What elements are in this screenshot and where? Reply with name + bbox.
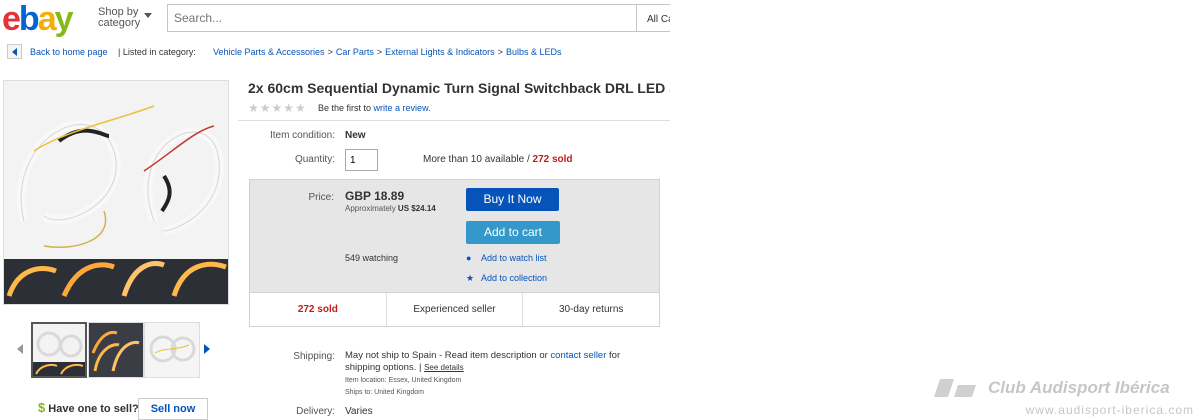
price-value: GBP 18.89 [345, 189, 405, 203]
breadcrumb-car-parts[interactable]: Car Parts [336, 47, 374, 57]
back-arrow-icon[interactable] [7, 44, 22, 59]
logo-letter-e: e [2, 0, 21, 38]
listing-title: 2x 60cm Sequential Dynamic Turn Signal S… [248, 80, 670, 96]
see-details-link[interactable]: See details [424, 363, 464, 372]
category-select[interactable]: All Ca [637, 4, 670, 32]
category-path: Vehicle Parts & Accessories > Car Parts > Ex… [213, 47, 561, 57]
star-icon: ★ [466, 273, 475, 283]
listed-in-label: | Listed in category: [118, 47, 196, 57]
sell-prompt: Have one to sell? [48, 403, 139, 415]
breadcrumb-separator: > [376, 47, 383, 57]
breadcrumb: Back to home page | Listed in category: … [0, 42, 670, 62]
condition-value: New [345, 130, 366, 141]
shop-by-category-button[interactable]: Shop by category [98, 7, 152, 29]
breadcrumb-vehicle-parts[interactable]: Vehicle Parts & Accessories [213, 47, 325, 57]
thumbnail-image [145, 323, 199, 377]
ebay-listing-page: ebay Shop by category All Ca Back to hom… [0, 0, 670, 420]
condition-label: Item condition: [269, 130, 335, 141]
quantity-label: Quantity: [294, 154, 335, 165]
approx-price: Approximately US $24.14 [345, 204, 436, 213]
buy-it-now-button[interactable]: Buy It Now [466, 188, 559, 211]
shipping-text-a: May not ship to Spain - Read item descri… [345, 350, 548, 361]
sell-promo: $ Have one to sell? Sell now [38, 398, 238, 420]
approx-prefix: Approximately [345, 204, 396, 213]
sold-count[interactable]: 272 sold [533, 154, 573, 165]
shipping-options-text: shipping options. | [345, 362, 422, 373]
breadcrumb-bulbs-leds[interactable]: Bulbs & LEDs [506, 47, 562, 57]
price-label: Price: [308, 192, 334, 203]
category-label: category [98, 17, 141, 29]
thumbnail-image [33, 324, 85, 376]
logo-letter-a: a [37, 0, 57, 38]
watermark-url: www.audisport-iberica.com [1025, 403, 1194, 417]
review-prompt: Be the first to write a review. [318, 103, 431, 113]
club-logo-icon [934, 379, 976, 397]
ships-to: Ships to: United Kingdom [345, 389, 424, 396]
item-location: Item location: Essex, United Kingdom [345, 377, 462, 384]
dollar-icon: $ [38, 400, 46, 415]
quantity-input[interactable] [345, 149, 378, 171]
add-to-cart-button[interactable]: Add to cart [466, 221, 560, 244]
delivery-label: Delivery: [296, 406, 335, 417]
watermark: Club Audisport Ibérica [934, 378, 1194, 398]
sell-now-button[interactable]: Sell now [138, 398, 208, 420]
breadcrumb-external-lights[interactable]: External Lights & Indicators [385, 47, 495, 57]
chevron-down-icon [144, 13, 152, 18]
logo-letter-b: b [18, 0, 40, 38]
add-to-collection-link[interactable]: ★ Add to collection [466, 273, 547, 284]
search-input[interactable] [167, 4, 637, 32]
shipping-text-b: for [609, 350, 621, 361]
main-product-image[interactable] [3, 80, 229, 305]
thumbnail-1[interactable] [31, 322, 87, 378]
watermark-title: Club Audisport Ibérica [988, 378, 1170, 397]
divider [238, 120, 670, 121]
available-text: More than 10 available / [423, 154, 530, 165]
availability: More than 10 available / 272 sold [423, 154, 573, 165]
watching-count: 549 watching [345, 253, 399, 263]
review-prefix: Be the first to [318, 103, 372, 113]
thumbnail-strip [15, 322, 215, 378]
rating-stars[interactable]: ★★★★★ [248, 101, 307, 115]
buy-box: Price: GBP 18.89 Approximately US $24.14… [249, 179, 660, 327]
thumbnail-3[interactable] [144, 322, 200, 378]
approx-value: US $24.14 [397, 204, 436, 213]
led-strip-photo [4, 81, 228, 304]
write-review-link[interactable]: write a review. [374, 103, 431, 113]
badge-experienced-seller: Experienced seller [387, 293, 524, 326]
ebay-logo[interactable]: ebay [2, 0, 74, 38]
delivery-value: Varies [345, 406, 373, 417]
seller-badges: 272 sold Experienced seller 30-day retur… [250, 292, 659, 326]
add-to-watch-list-link[interactable]: ● Add to watch list [466, 253, 547, 263]
badge-returns: 30-day returns [558, 304, 624, 315]
badge-sold: 272 sold [250, 293, 387, 326]
breadcrumb-separator: > [497, 47, 503, 57]
chevron-right-icon[interactable] [204, 344, 210, 354]
logo-letter-y: y [54, 0, 74, 38]
breadcrumb-separator: > [327, 47, 333, 57]
thumbnail-image [89, 323, 143, 377]
shipping-info: May not ship to Spain - Read item descri… [345, 350, 645, 374]
collection-label: Add to collection [481, 273, 548, 283]
contact-seller-link[interactable]: contact seller [550, 350, 606, 361]
shipping-label: Shipping: [293, 351, 335, 362]
watch-list-label: Add to watch list [481, 253, 547, 263]
eye-icon: ● [466, 253, 472, 263]
site-header: ebay Shop by category All Ca [0, 0, 670, 38]
back-to-home-link[interactable]: Back to home page [30, 47, 108, 57]
thumbnail-2[interactable] [88, 322, 144, 378]
